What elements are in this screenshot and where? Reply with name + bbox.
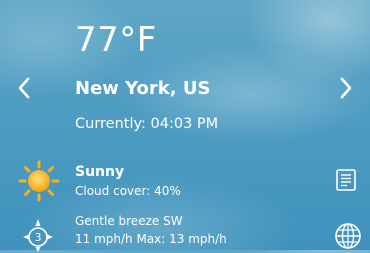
current-time: Currently: 04:03 PM	[75, 116, 219, 132]
previous-location-button[interactable]	[12, 76, 36, 100]
chevron-right-icon	[340, 77, 352, 99]
document-icon[interactable]	[334, 168, 358, 192]
temperature: 77°F	[75, 20, 157, 60]
location-name: New York, US	[75, 78, 211, 99]
compass-icon: 3	[23, 219, 53, 252]
weather-condition: Sunny	[75, 164, 125, 180]
cloud-cover: Cloud cover: 40%	[75, 184, 181, 198]
sun-icon	[18, 160, 60, 202]
next-location-button[interactable]	[334, 76, 358, 100]
globe-icon[interactable]	[334, 222, 362, 250]
wind-force: 3	[35, 231, 42, 244]
chevron-left-icon	[18, 77, 30, 99]
wind-description: Gentle breeze SW	[75, 214, 183, 228]
wind-speed: 11 mph/h Max: 13 mph/h	[75, 232, 227, 246]
